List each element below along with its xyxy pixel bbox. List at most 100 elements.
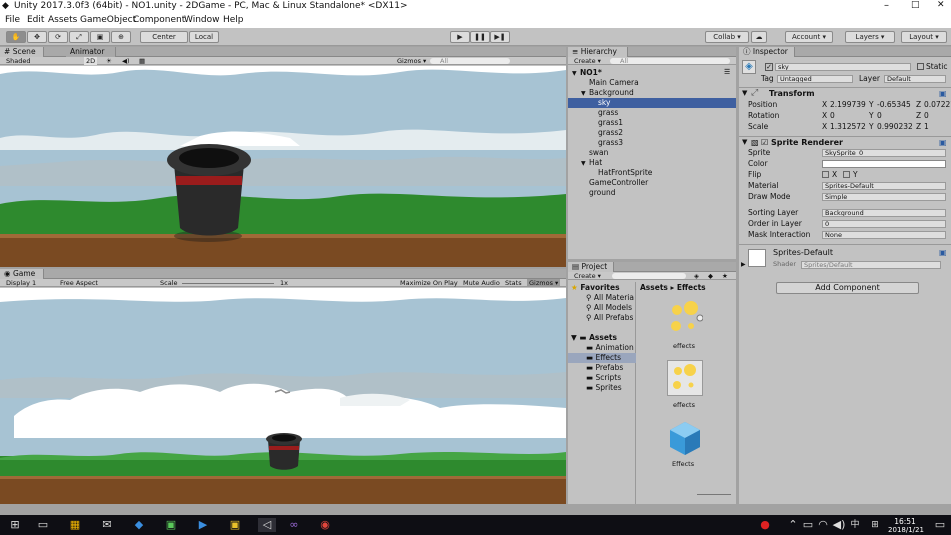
hierarchy-item[interactable]: sky [568, 98, 736, 108]
flip-x-checkbox[interactable] [822, 171, 829, 178]
tag-dropdown[interactable]: Untagged [777, 75, 853, 83]
mask-interaction-dropdown[interactable]: None [822, 231, 946, 239]
close-icon[interactable]: ✕ [937, 0, 945, 10]
favorites-header[interactable]: ★ Favorites [571, 283, 620, 293]
move-tool-icon[interactable]: ✥ [27, 31, 47, 43]
scale-slider[interactable] [182, 283, 274, 284]
z-value-field[interactable]: 1 [924, 121, 929, 132]
sprite-field[interactable]: SkySprite_0 [822, 149, 946, 157]
minimize-icon[interactable]: – [884, 0, 889, 11]
tab-hierarchy[interactable]: ≡ Hierarchy [568, 47, 628, 57]
order-in-layer-field[interactable]: 0 [822, 220, 946, 228]
shader-dropdown[interactable]: Sprites/Default [801, 261, 941, 269]
hierarchy-item[interactable]: grass1 [568, 118, 736, 128]
x-value-field[interactable]: 2.199739 [830, 99, 866, 110]
hierarchy-item[interactable]: GameController [568, 178, 736, 188]
x-value-field[interactable]: 1.312572 [830, 121, 866, 132]
rotate-tool-icon[interactable]: ⟳ [48, 31, 68, 43]
hand-tool-icon[interactable]: ✋ [6, 31, 26, 43]
hierarchy-search-input[interactable]: All [610, 58, 730, 64]
visual-studio-icon[interactable]: ∞ [287, 518, 301, 532]
ime-icon[interactable]: 中 [848, 518, 862, 532]
favorite-item[interactable]: ⚲ All Models [586, 303, 632, 313]
folder-item[interactable]: ▬ Effects [568, 353, 636, 363]
menu-help[interactable]: Help [223, 15, 244, 25]
hierarchy-item[interactable]: swan [568, 148, 736, 158]
display-dropdown[interactable]: Display 1 [6, 279, 36, 287]
object-name-field[interactable]: sky [775, 63, 911, 71]
aspect-dropdown[interactable]: Free Aspect [60, 279, 98, 287]
effects-prefab-asset[interactable] [667, 360, 703, 396]
x-value-field[interactable]: 0 [830, 110, 835, 121]
powershell-icon[interactable]: ▶ [196, 518, 210, 532]
menu-file[interactable]: File [5, 15, 20, 25]
filter-label-icon[interactable]: ◆ [708, 272, 713, 280]
notification-icon[interactable]: ▭ [933, 518, 947, 532]
store-icon[interactable]: ▦ [68, 518, 82, 532]
menu-gameobject[interactable]: GameObject [80, 15, 136, 25]
transform-header[interactable]: ▼ ⤢ Transform ▣ [739, 87, 951, 99]
scene-search-input[interactable]: All [430, 58, 510, 64]
enabled-checkbox[interactable]: ☑ [761, 138, 768, 147]
favorite-item[interactable]: ⚲ All Prefabs [586, 313, 633, 323]
layers-dropdown[interactable]: Layers ▾ [845, 31, 895, 43]
pause-button[interactable]: ❚❚ [470, 31, 490, 43]
scale-tool-icon[interactable]: ⤢ [69, 31, 89, 43]
favorite-item[interactable]: ⚲ All Materia [586, 293, 634, 303]
filter-type-icon[interactable]: ◈ [694, 272, 699, 280]
color-swatch[interactable] [822, 160, 946, 168]
rect-tool-icon[interactable]: ▣ [90, 31, 110, 43]
tab-project[interactable]: ▤ Project [568, 262, 614, 272]
folder-item[interactable]: ▬ Sprites [586, 383, 622, 393]
y-value-field[interactable]: -0.65345 [877, 99, 911, 110]
add-component-button[interactable]: Add Component [776, 282, 919, 294]
tab-game[interactable]: ◉ Game [0, 269, 44, 279]
shading-dropdown[interactable]: Shaded [6, 57, 30, 65]
pivot-center-button[interactable]: Center [140, 31, 188, 43]
app-icon[interactable]: ▣ [164, 518, 178, 532]
app-icon[interactable]: ▣ [228, 518, 242, 532]
scene-gizmos-dropdown[interactable]: Gizmos ▾ [397, 57, 426, 65]
app-icon[interactable]: ◆ [132, 518, 146, 532]
account-dropdown[interactable]: Account ▾ [785, 31, 833, 43]
effects-anim-asset[interactable] [667, 300, 704, 336]
tab-scene[interactable]: # Scene [0, 47, 44, 57]
hierarchy-item[interactable]: grass3 [568, 138, 736, 148]
project-create-button[interactable]: Create ▾ [574, 272, 601, 280]
volume-icon[interactable]: ◀) [832, 518, 846, 532]
hierarchy-create-button[interactable]: Create ▾ [574, 57, 601, 65]
hierarchy-item[interactable]: HatFrontSprite [568, 168, 736, 178]
game-gizmos-dropdown[interactable]: Gizmos ▾ [527, 279, 561, 287]
folder-item[interactable]: ▬ Animation [586, 343, 634, 353]
hierarchy-item[interactable]: grass [568, 108, 736, 118]
hierarchy-item[interactable]: Main Camera [568, 78, 736, 88]
effects-cube-asset[interactable] [667, 420, 703, 456]
ime-mode-icon[interactable]: ⊞ [868, 518, 882, 532]
star-filter-icon[interactable]: ★ [722, 272, 728, 280]
stats-toggle[interactable]: Stats [505, 279, 522, 287]
sorting-layer-dropdown[interactable]: Background [822, 209, 946, 217]
clock-time[interactable]: 16:51 [888, 517, 922, 526]
tray-app-icon[interactable]: ● [758, 518, 772, 532]
scene-menu-icon[interactable]: ☰ [724, 68, 730, 76]
menu-window[interactable]: Window [184, 15, 220, 25]
unity-taskbar-icon[interactable]: ◁ [258, 518, 276, 532]
hierarchy-item[interactable]: grass2 [568, 128, 736, 138]
static-checkbox[interactable] [917, 63, 924, 70]
pivot-local-button[interactable]: Local [189, 31, 219, 43]
z-value-field[interactable]: 0.07227 [924, 99, 951, 110]
clock-date[interactable]: 2018/1/21 [884, 526, 928, 534]
y-value-field[interactable]: 0.990232 [877, 121, 913, 132]
mail-icon[interactable]: ✉ [100, 518, 114, 532]
tab-inspector[interactable]: ⓘ Inspector [739, 47, 795, 57]
z-value-field[interactable]: 0 [924, 110, 929, 121]
wifi-icon[interactable]: ◠ [816, 518, 830, 532]
menu-assets[interactable]: Assets [48, 15, 77, 25]
chrome-icon[interactable]: ◉ [318, 518, 332, 532]
layout-dropdown[interactable]: Layout ▾ [901, 31, 947, 43]
play-button[interactable]: ▶ [450, 31, 470, 43]
tray-chevron-icon[interactable]: ⌃ [786, 518, 800, 532]
tab-animator[interactable]: Animator [66, 47, 116, 57]
hierarchy-item[interactable]: ground [568, 188, 736, 198]
collab-button[interactable]: Collab ▾ [705, 31, 749, 43]
